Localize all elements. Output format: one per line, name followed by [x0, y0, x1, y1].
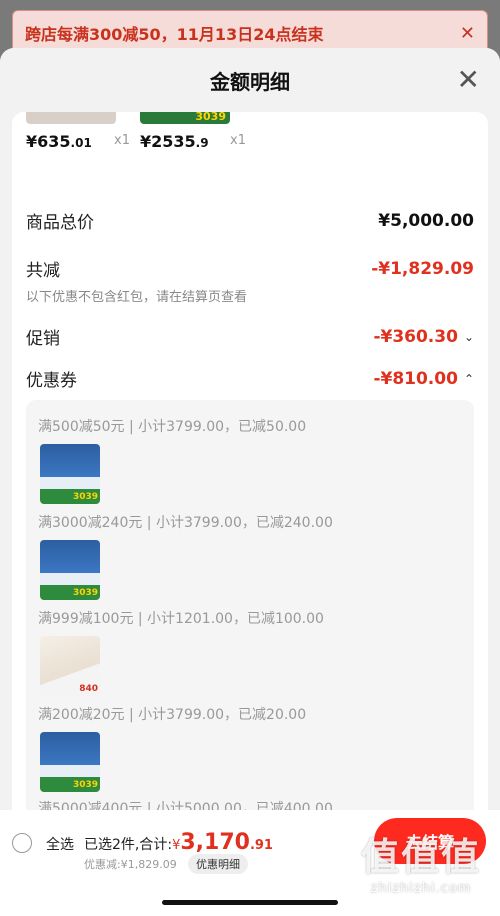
- coupon-row[interactable]: 优惠券 -¥810.00 ⌃: [26, 366, 474, 392]
- coupon-rule: 满999减100元 | 小计1201.00，已减100.00: [38, 611, 324, 627]
- total-amount: 3,170.91: [180, 830, 273, 855]
- reduction-note: 以下优惠不包含红包，请在结算页查看: [26, 290, 248, 305]
- total-reduction-label: 共减: [26, 261, 60, 281]
- close-icon[interactable]: ✕: [460, 23, 475, 44]
- promotion-value: -¥360.30: [373, 326, 458, 347]
- thumbnail-price-tag: 3039: [72, 588, 98, 598]
- coupon-label: 优惠券: [26, 371, 77, 391]
- selected-count: 已选2件,合计:: [84, 837, 173, 853]
- total-reduction-value: -¥1,829.09: [371, 258, 474, 279]
- sheet-header: 金额明细 ✕: [0, 48, 500, 112]
- coupon-rule: 满3000减240元 | 小计3799.00，已减240.00: [38, 515, 333, 531]
- discount-detail-button[interactable]: 优惠明细: [188, 854, 248, 874]
- chevron-down-icon: ⌄: [463, 329, 474, 344]
- coupon-rule: 满500减50元 | 小计3799.00，已减50.00: [38, 419, 307, 435]
- thumbnail-price-tag: 840: [79, 684, 98, 694]
- close-icon[interactable]: ✕: [457, 66, 480, 94]
- coupon-value: -¥810.00: [373, 368, 458, 389]
- total-reduction-row: 共减 -¥1,829.09: [26, 256, 474, 282]
- watermark-logo: 值值值: [360, 835, 481, 879]
- thumbnail-price-tag: 3039: [72, 780, 98, 790]
- site-watermark: 值值值 zhizhizhi.com: [352, 826, 490, 912]
- total-price-label: 商品总价: [26, 213, 94, 233]
- discount-text: 优惠减:¥1,829.09: [84, 858, 177, 871]
- chevron-up-icon: ⌃: [463, 371, 474, 386]
- product-thumbnail: 3039: [40, 732, 100, 792]
- product-price: ¥2535.9: [140, 132, 209, 151]
- product-thumbnail: 840: [40, 636, 100, 696]
- order-total: 已选2件,合计:¥3,170.91: [84, 830, 273, 855]
- select-all-checkbox[interactable]: [12, 833, 32, 853]
- sheet-title: 金额明细: [210, 69, 290, 94]
- total-price-value: ¥5,000.00: [378, 210, 474, 231]
- amount-detail-sheet: 金额明细 ✕ ¥635.01 x1 ¥2535.9 x1 商品总价 ¥5,000…: [0, 48, 500, 916]
- promotion-row[interactable]: 促销 -¥360.30 ⌄: [26, 324, 474, 350]
- price-summary-card: 商品总价 ¥5,000.00 共减 -¥1,829.09 以下优惠不包含红包，请…: [12, 188, 488, 888]
- product-quantity: x1: [230, 133, 246, 148]
- product-image[interactable]: [26, 112, 116, 124]
- product-quantity: x1: [114, 133, 130, 148]
- coupon-rule: 满200减20元 | 小计3799.00，已减20.00: [38, 707, 307, 723]
- promotion-label: 促销: [26, 329, 60, 349]
- thumbnail-price-tag: 3039: [72, 492, 98, 502]
- product-price: ¥635.01: [26, 132, 92, 151]
- select-all-label[interactable]: 全选: [46, 834, 74, 854]
- watermark-url: zhizhizhi.com: [370, 881, 472, 896]
- product-image[interactable]: [140, 112, 230, 124]
- home-indicator: [162, 900, 338, 905]
- product-thumbnail: 3039: [40, 540, 100, 600]
- total-price-row: 商品总价 ¥5,000.00: [26, 208, 474, 234]
- promo-banner-text: 跨店每满300减50，11月13日24点结束: [25, 25, 324, 44]
- product-thumbnail: 3039: [40, 444, 100, 504]
